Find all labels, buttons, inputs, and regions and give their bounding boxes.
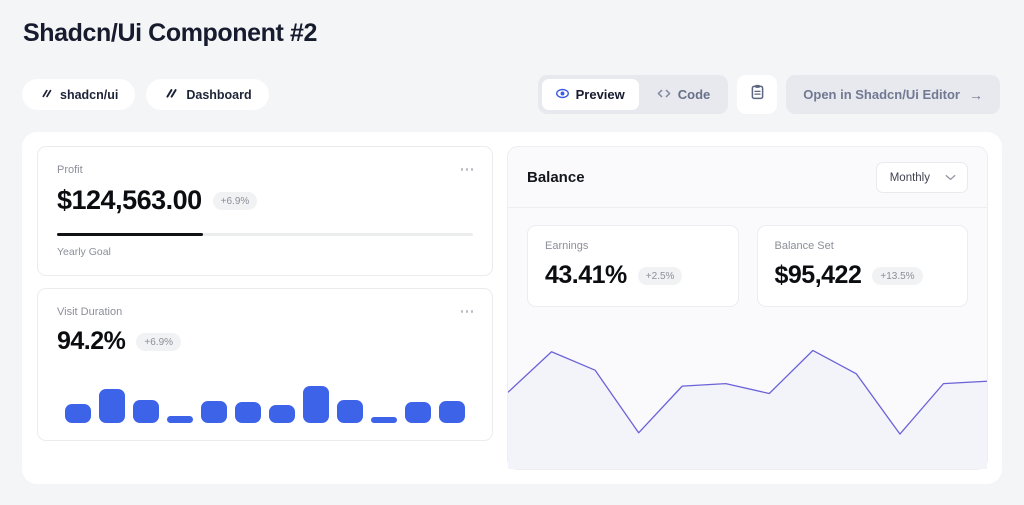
profit-card: Profit $124,563.00 +6.9% Yearly Goal	[37, 146, 493, 276]
visit-duration-card-header: Visit Duration	[57, 306, 473, 318]
balance-area-chart-svg	[508, 321, 987, 469]
bar	[439, 401, 465, 424]
view-toolbar: Preview Code	[538, 75, 1000, 114]
earnings-label: Earnings	[545, 240, 721, 252]
yearly-goal-label: Yearly Goal	[57, 246, 473, 258]
breadcrumb-pill-label: shadcn/ui	[60, 88, 118, 102]
bar	[235, 402, 261, 423]
tab-code-label: Code	[678, 87, 711, 102]
left-column: Profit $124,563.00 +6.9% Yearly Goal Vis…	[22, 132, 507, 484]
visit-duration-card: Visit Duration 94.2% +6.9%	[37, 288, 493, 441]
bar	[269, 405, 295, 423]
profit-value: $124,563.00	[57, 185, 202, 216]
ellipsis-icon[interactable]	[461, 306, 474, 313]
tab-code[interactable]: Code	[643, 79, 725, 110]
open-in-editor-button[interactable]: Open in Shadcn/Ui Editor →	[786, 75, 1000, 114]
profit-value-row: $124,563.00 +6.9%	[57, 185, 473, 216]
eye-icon	[556, 87, 569, 103]
view-mode-switcher: Preview Code	[538, 75, 729, 114]
balance-set-stat-card: Balance Set $95,422 +13.5%	[757, 225, 969, 307]
bar	[65, 404, 91, 423]
bar	[201, 401, 227, 423]
clipboard-icon	[750, 84, 765, 105]
copy-button[interactable]	[737, 75, 777, 114]
tab-preview-label: Preview	[576, 87, 625, 102]
arrow-right-icon: →	[969, 87, 983, 103]
chevron-down-icon	[945, 172, 956, 184]
profit-card-header: Profit	[57, 164, 473, 176]
bar	[337, 400, 363, 423]
earnings-value-row: 43.41% +2.5%	[545, 261, 721, 290]
page-title: Shadcn/Ui Component #2	[23, 19, 317, 48]
bar	[167, 416, 193, 423]
area-fill	[508, 350, 987, 469]
bar	[133, 400, 159, 423]
ellipsis-icon[interactable]	[461, 164, 474, 171]
earnings-delta-badge: +2.5%	[638, 267, 683, 285]
balance-stats: Earnings 43.41% +2.5% Balance Set $95,42…	[508, 208, 987, 307]
period-select[interactable]: Monthly	[876, 162, 968, 193]
bar	[371, 417, 397, 423]
double-slash-icon	[39, 88, 52, 102]
balance-area-chart	[508, 307, 987, 469]
period-select-value: Monthly	[890, 172, 930, 184]
balance-panel: Balance Monthly Earnings 43.41% +2.5%	[507, 146, 988, 470]
balance-set-label: Balance Set	[775, 240, 951, 252]
visit-duration-value: 94.2%	[57, 327, 125, 356]
yearly-goal-progress-fill	[57, 233, 203, 236]
balance-set-value: $95,422	[775, 261, 862, 290]
breadcrumb-pill-shadcn-ui[interactable]: shadcn/ui	[22, 79, 135, 110]
profit-card-label: Profit	[57, 164, 83, 176]
right-column: Balance Monthly Earnings 43.41% +2.5%	[507, 132, 1002, 484]
profit-delta-badge: +6.9%	[213, 192, 258, 210]
yearly-goal-progress-bar	[57, 233, 473, 236]
app-root: Shadcn/Ui Component #2 shadcn/ui Dashboa…	[0, 0, 1024, 505]
visit-duration-label: Visit Duration	[57, 306, 122, 318]
double-slash-icon	[163, 87, 178, 103]
balance-set-value-row: $95,422 +13.5%	[775, 261, 951, 290]
visit-duration-bar-chart	[57, 378, 473, 423]
bar	[405, 402, 431, 423]
visit-duration-value-row: 94.2% +6.9%	[57, 327, 473, 356]
tab-preview[interactable]: Preview	[542, 79, 639, 110]
visit-duration-delta-badge: +6.9%	[136, 333, 181, 351]
breadcrumb-pill-dashboard[interactable]: Dashboard	[146, 79, 268, 110]
breadcrumb: shadcn/ui Dashboard	[22, 79, 269, 110]
code-brackets-icon	[657, 87, 671, 102]
open-in-editor-label: Open in Shadcn/Ui Editor	[803, 87, 960, 102]
earnings-stat-card: Earnings 43.41% +2.5%	[527, 225, 739, 307]
balance-panel-header: Balance Monthly	[508, 147, 987, 208]
breadcrumb-pill-label: Dashboard	[186, 88, 251, 102]
balance-title: Balance	[527, 169, 585, 186]
earnings-value: 43.41%	[545, 261, 627, 290]
dashboard-container: Profit $124,563.00 +6.9% Yearly Goal Vis…	[22, 132, 1002, 484]
bar	[303, 386, 329, 423]
balance-set-delta-badge: +13.5%	[872, 267, 922, 285]
bar	[99, 389, 125, 423]
